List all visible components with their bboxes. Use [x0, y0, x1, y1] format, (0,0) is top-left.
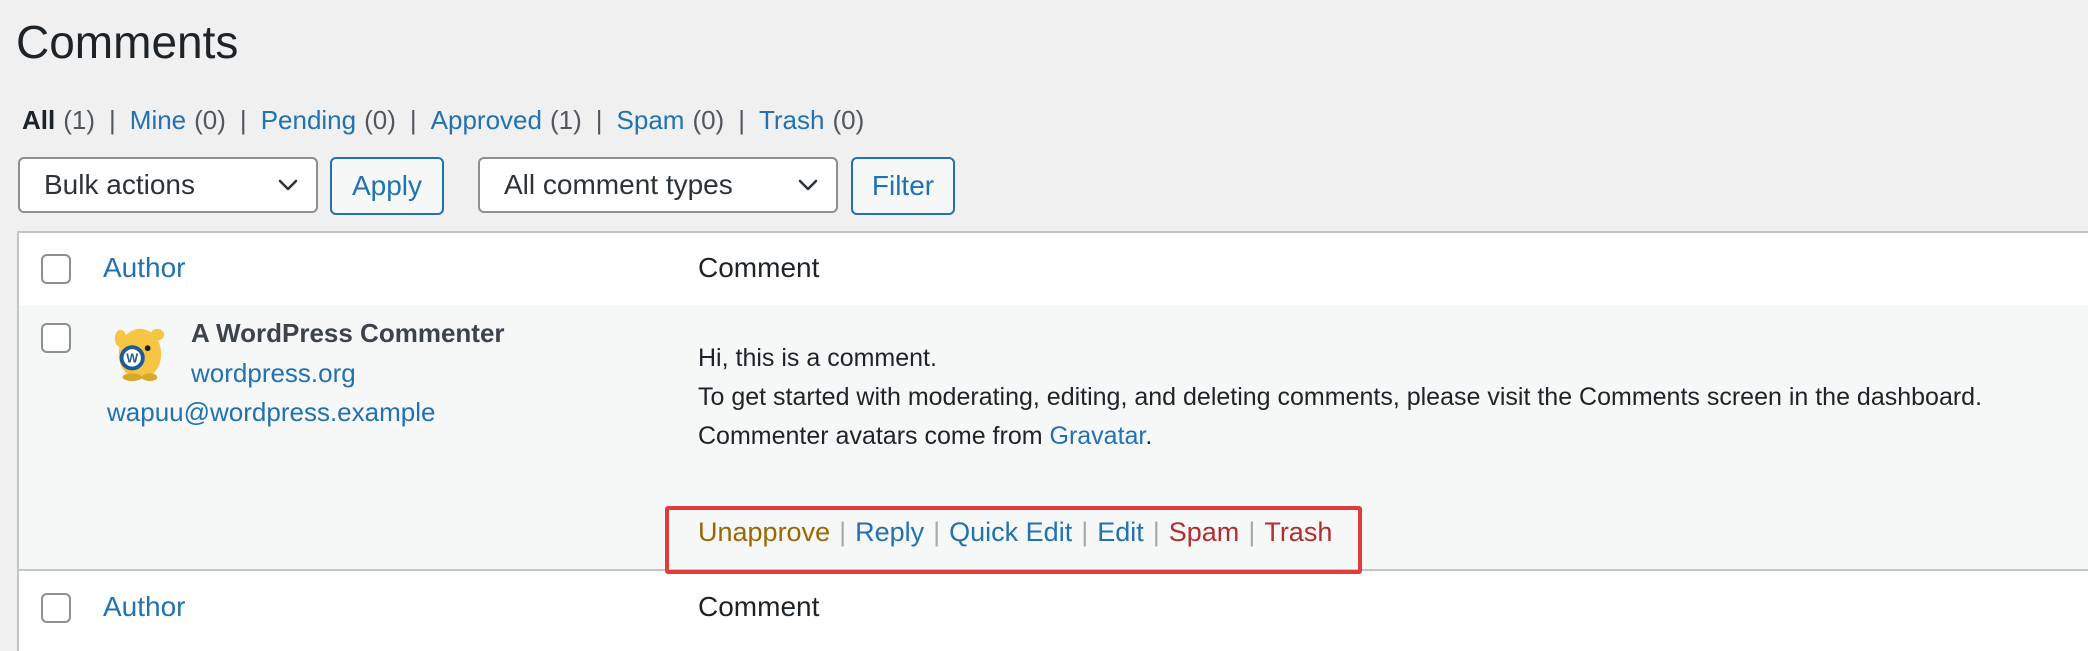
- filter-separator: |: [738, 105, 745, 135]
- reply-link[interactable]: Reply: [855, 517, 924, 547]
- action-separator: |: [1248, 517, 1256, 547]
- trash-link[interactable]: Trash: [1264, 517, 1332, 547]
- filter-all-count: (1): [63, 105, 96, 135]
- filter-separator: |: [109, 105, 116, 135]
- comment-line: To get started with moderating, editing,…: [698, 383, 1983, 411]
- spam-link[interactable]: Spam: [1169, 517, 1240, 547]
- select-all-checkbox-footer[interactable]: [41, 593, 71, 623]
- page-title: Comments: [16, 16, 239, 68]
- table-row: W A WordPress Commenter wordpress.org wa…: [19, 305, 2088, 569]
- bulk-actions-value: Bulk actions: [44, 169, 195, 200]
- wapuu-avatar-icon: W: [114, 328, 165, 382]
- filter-pending-label[interactable]: Pending: [261, 105, 356, 135]
- comment-column-footer: Comment: [698, 591, 820, 622]
- filter-trash[interactable]: Trash (0): [759, 105, 864, 135]
- filter-approved-count: (1): [549, 105, 582, 135]
- comment-line: Commenter avatars come from Gravatar.: [698, 417, 2078, 456]
- table-header: Author Comment: [19, 233, 2088, 307]
- bulk-actions-select[interactable]: Bulk actions: [18, 157, 318, 213]
- author-name: A WordPress Commenter: [191, 318, 505, 348]
- comment-line: Hi, this is a comment.: [698, 344, 937, 372]
- filter-trash-label[interactable]: Trash: [759, 105, 825, 135]
- filter-separator: |: [409, 105, 417, 135]
- action-separator: |: [839, 517, 847, 547]
- filter-spam-count: (0): [692, 105, 725, 135]
- comment-types-value: All comment types: [504, 169, 733, 200]
- row-actions: Unapprove | Reply | Quick Edit | Edit | Spam | Tra…: [698, 517, 1332, 548]
- comment-column-header: Comment: [698, 252, 820, 283]
- filter-pending[interactable]: Pending (0): [261, 105, 396, 135]
- edit-link[interactable]: Edit: [1097, 517, 1144, 547]
- comment-body: Hi, this is a comment. To get started wi…: [698, 339, 2078, 456]
- select-all-checkbox[interactable]: [41, 254, 71, 284]
- comment-types-select[interactable]: All comment types: [478, 157, 838, 213]
- filter-all-label[interactable]: All: [22, 105, 55, 135]
- comment-status-filters: All (1) | Mine (0) | Pending (0) | Approved (1) | Sp…: [22, 102, 864, 138]
- filter-trash-count: (0): [832, 105, 865, 135]
- filter-separator: |: [595, 105, 603, 135]
- author-email-link[interactable]: wapuu@wordpress.example: [107, 397, 435, 428]
- author-column-header[interactable]: Author: [103, 252, 186, 284]
- quick-edit-link[interactable]: Quick Edit: [949, 517, 1072, 547]
- filter-mine[interactable]: Mine (0): [130, 105, 226, 135]
- filter-spam[interactable]: Spam (0): [617, 105, 725, 135]
- filter-mine-count: (0): [194, 105, 226, 135]
- comments-table: Author Comment W A WordPress Commenter w…: [17, 231, 2088, 651]
- filter-approved-label[interactable]: Approved: [431, 105, 542, 135]
- row-checkbox[interactable]: [41, 323, 71, 353]
- filter-all[interactable]: All (1): [22, 105, 95, 135]
- comment-line-text: Commenter avatars come from: [698, 422, 1050, 450]
- action-separator: |: [1152, 517, 1160, 547]
- action-separator: |: [933, 517, 941, 547]
- filter-spam-label[interactable]: Spam: [617, 105, 685, 135]
- comment-line-period: .: [1145, 422, 1153, 450]
- table-footer: Author Comment: [19, 569, 2088, 651]
- svg-text:W: W: [126, 352, 138, 366]
- chevron-down-icon: [278, 179, 298, 191]
- filter-button[interactable]: Filter: [851, 157, 955, 215]
- unapprove-link[interactable]: Unapprove: [698, 517, 830, 547]
- author-column-footer[interactable]: Author: [103, 591, 186, 623]
- filter-mine-label[interactable]: Mine: [130, 105, 186, 135]
- author-url-link[interactable]: wordpress.org: [191, 358, 356, 389]
- gravatar-link[interactable]: Gravatar: [1050, 422, 1146, 450]
- filter-separator: |: [239, 105, 247, 135]
- filter-pending-count: (0): [364, 105, 396, 135]
- filter-approved[interactable]: Approved (1): [431, 105, 582, 135]
- apply-button[interactable]: Apply: [330, 157, 444, 215]
- chevron-down-icon: [798, 179, 818, 191]
- action-separator: |: [1081, 517, 1089, 547]
